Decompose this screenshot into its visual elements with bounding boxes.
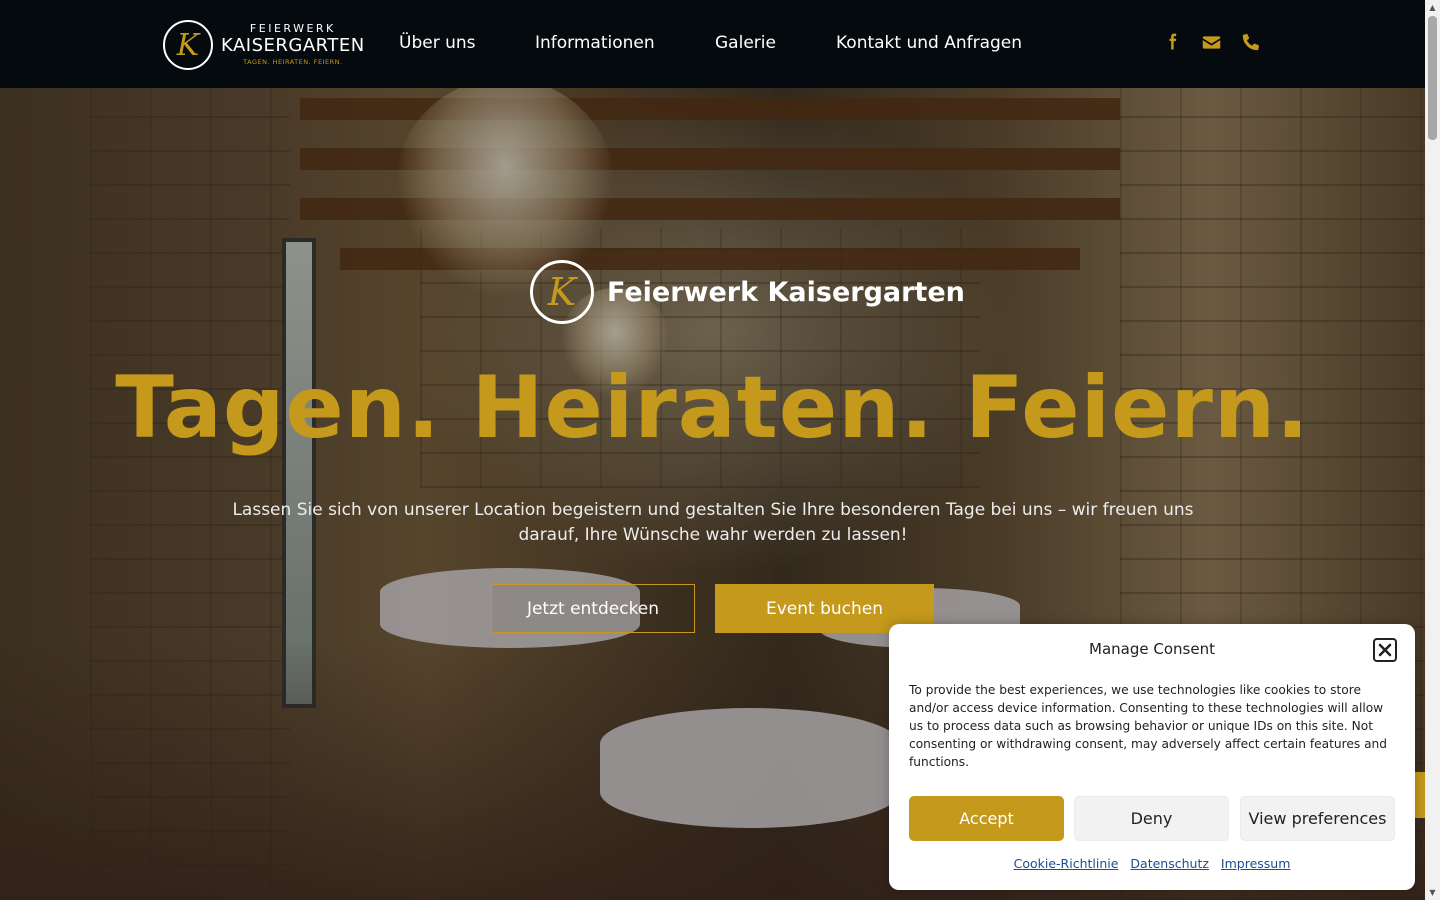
scroll-up-arrow-icon[interactable]: ▲ <box>1425 0 1440 15</box>
consent-dialog: Manage Consent To provide the best exper… <box>889 624 1415 890</box>
logo-monogram: K <box>176 27 200 63</box>
hero-title: Tagen. Heiraten. Feiern. <box>115 358 1310 458</box>
nav-item-ueber-uns[interactable]: Über uns <box>399 33 476 53</box>
logo-top-text: FEIERWERK <box>249 22 336 35</box>
consent-links: Cookie-Richtlinie Datenschutz Impressum <box>889 856 1415 871</box>
nav-item-informationen[interactable]: Informationen <box>535 33 655 53</box>
accept-button[interactable]: Accept <box>909 796 1064 841</box>
logo-monogram-icon: K <box>163 20 213 70</box>
site-logo[interactable]: K FEIERWERK KAISERGARTEN TAGEN. HEIRATEN… <box>163 19 364 71</box>
cookie-policy-link[interactable]: Cookie-Richtlinie <box>1014 856 1119 871</box>
facebook-icon[interactable] <box>1162 32 1184 54</box>
envelope-icon[interactable] <box>1201 32 1223 54</box>
view-preferences-button[interactable]: View preferences <box>1240 796 1395 841</box>
scroll-thumb[interactable] <box>1428 16 1437 140</box>
deny-button[interactable]: Deny <box>1074 796 1229 841</box>
privacy-link[interactable]: Datenschutz <box>1130 856 1209 871</box>
brand-name: Feierwerk Kaisergarten <box>607 276 965 308</box>
imprint-link[interactable]: Impressum <box>1221 856 1290 871</box>
discover-button[interactable]: Jetzt entdecken <box>491 584 695 633</box>
brand-monogram-icon: K <box>530 260 594 324</box>
hero-subtitle: Lassen Sie sich von unserer Location beg… <box>232 500 1194 545</box>
close-icon[interactable] <box>1373 638 1397 662</box>
page-scrollbar[interactable]: ▲ ▼ <box>1425 0 1440 900</box>
nav-item-galerie[interactable]: Galerie <box>715 33 776 53</box>
consent-title: Manage Consent <box>1089 640 1215 658</box>
logo-tagline: TAGEN. HEIRATEN. FEIERN. <box>243 58 343 66</box>
hero-brand: K Feierwerk Kaisergarten <box>530 260 965 324</box>
logo-wordmark: FEIERWERK KAISERGARTEN TAGEN. HEIRATEN. … <box>221 23 365 67</box>
scroll-down-arrow-icon[interactable]: ▼ <box>1425 885 1440 900</box>
logo-main-text: KAISERGARTEN <box>221 35 365 56</box>
phone-icon[interactable] <box>1241 32 1263 54</box>
nav-item-kontakt[interactable]: Kontakt und Anfragen <box>836 33 1022 53</box>
consent-text: To provide the best experiences, we use … <box>909 683 1388 769</box>
site-header: K FEIERWERK KAISERGARTEN TAGEN. HEIRATEN… <box>0 0 1425 88</box>
brand-monogram: K <box>547 270 577 314</box>
